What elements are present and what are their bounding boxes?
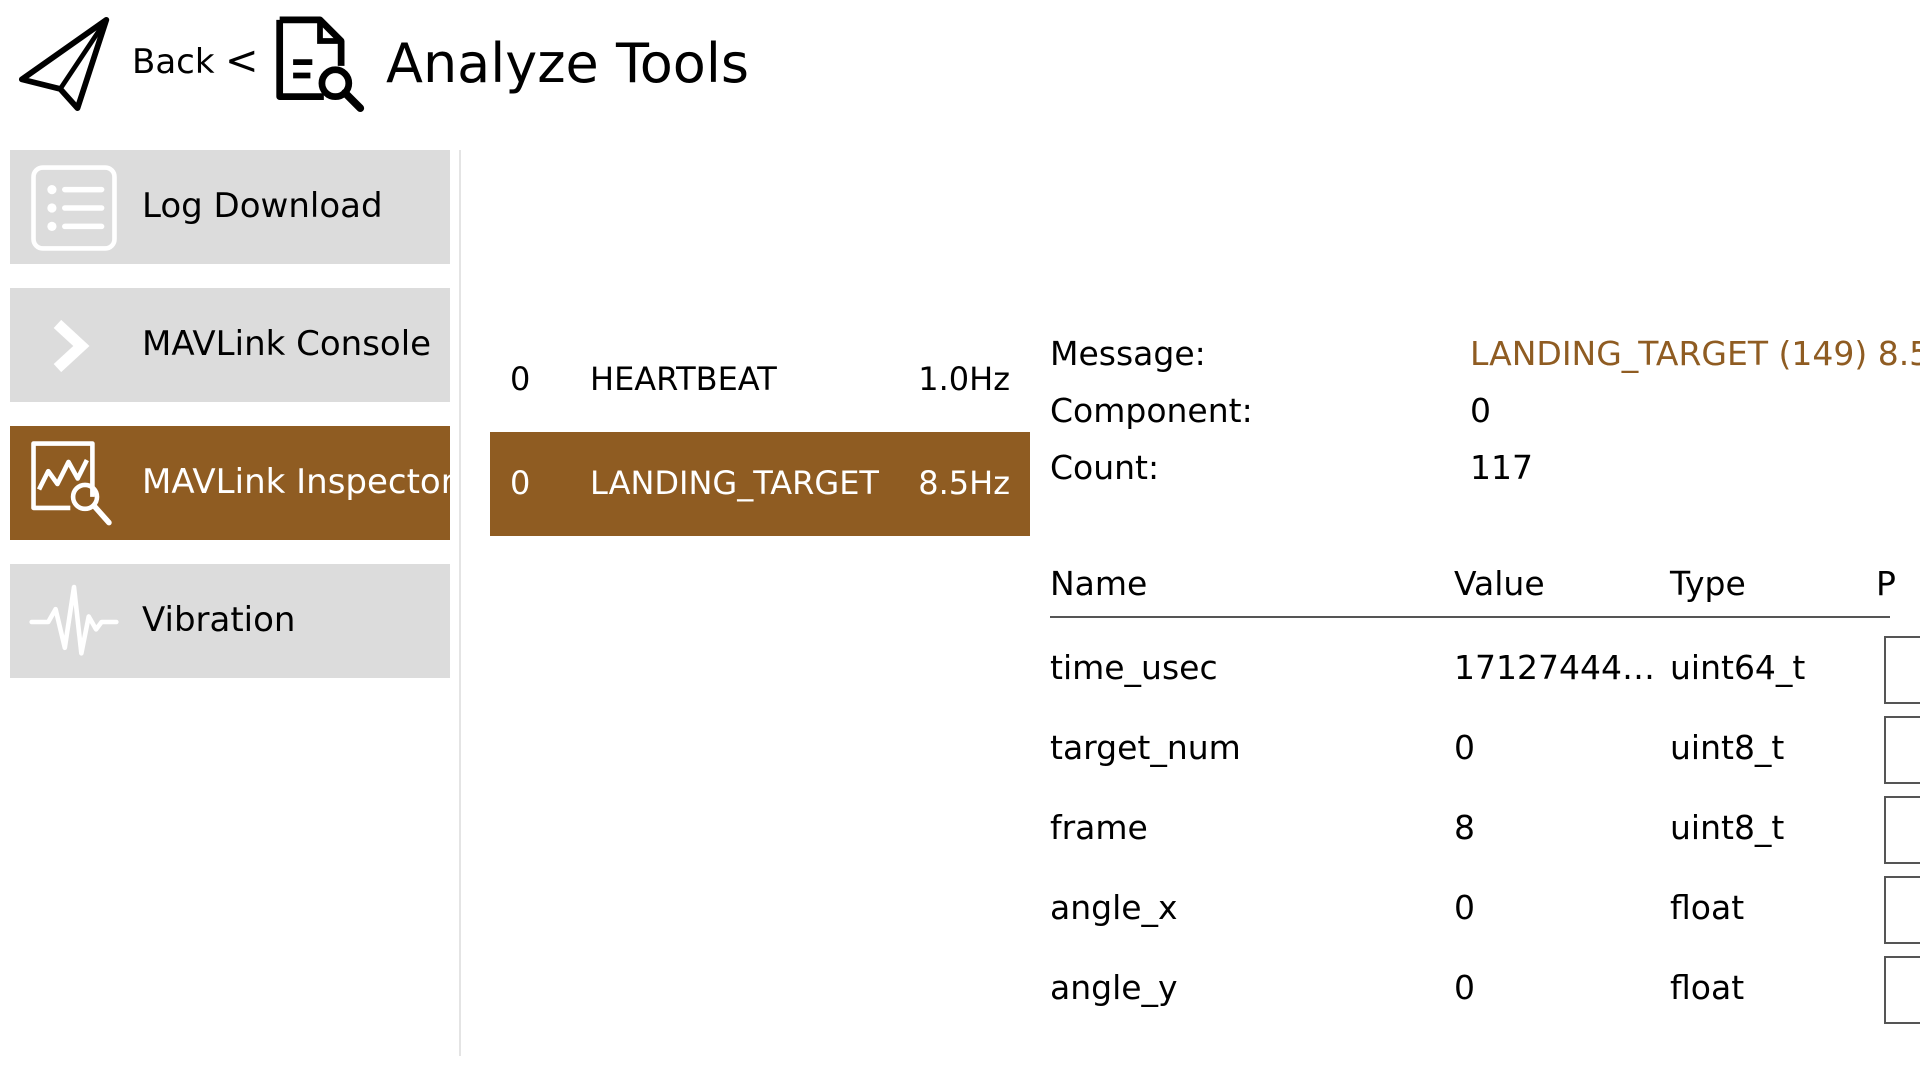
- field-type: float: [1670, 968, 1745, 1007]
- field-name: target_num: [1050, 728, 1241, 767]
- column-header-plot: P: [1876, 564, 1896, 603]
- field-value: 0: [1454, 728, 1475, 767]
- message-name: HEARTBEAT: [590, 360, 777, 398]
- sidebar-item-label: Log Download: [142, 186, 383, 226]
- field-type: float: [1670, 888, 1745, 927]
- chevron-right-icon: [53, 319, 90, 373]
- plot-checkbox[interactable]: [1884, 876, 1920, 944]
- sidebar-item-label: Vibration: [142, 600, 296, 640]
- field-type: uint64_t: [1670, 648, 1806, 687]
- field-name: frame: [1050, 808, 1148, 847]
- paper-plane-icon[interactable]: [18, 16, 114, 112]
- message-label: Message:: [1050, 334, 1206, 373]
- table-row: angle_y 0 float: [1050, 950, 1920, 1030]
- sidebar-item-mavlink-console[interactable]: MAVLink Console: [10, 288, 450, 402]
- fields-table-header: Name Value Type P: [1050, 564, 1896, 618]
- back-button[interactable]: Back: [132, 42, 215, 82]
- field-type: uint8_t: [1670, 728, 1785, 767]
- table-row: frame 8 uint8_t: [1050, 790, 1920, 870]
- message-rate: 8.5Hz: [918, 464, 1010, 502]
- header-bar: Back < Analyze Tools: [0, 0, 1920, 130]
- sidebar: Log Download MAVLink Console MAVLink Ins…: [10, 150, 455, 702]
- table-row: target_num 0 uint8_t: [1050, 710, 1920, 790]
- message-value: LANDING_TARGET (149) 8.5: [1470, 334, 1920, 373]
- list-icon: [31, 165, 117, 251]
- pulse-icon: [29, 584, 119, 656]
- message-name: LANDING_TARGET: [590, 464, 879, 502]
- column-header-type: Type: [1670, 564, 1746, 603]
- column-header-name: Name: [1050, 564, 1148, 603]
- message-row-heartbeat[interactable]: 0 HEARTBEAT 1.0Hz: [490, 328, 1030, 432]
- component-value: 0: [1470, 391, 1491, 430]
- field-value: 0: [1454, 968, 1475, 1007]
- document-search-icon: [276, 16, 365, 112]
- table-row: angle_x 0 float: [1050, 870, 1920, 950]
- field-type: uint8_t: [1670, 808, 1785, 847]
- sidebar-item-vibration[interactable]: Vibration: [10, 564, 450, 678]
- plot-checkbox[interactable]: [1884, 796, 1920, 864]
- message-row-landing-target[interactable]: 0 LANDING_TARGET 8.5Hz: [490, 432, 1030, 536]
- message-component: 0: [510, 360, 531, 398]
- component-label: Component:: [1050, 391, 1253, 430]
- sidebar-item-label: MAVLink Console: [142, 324, 432, 364]
- message-component: 0: [510, 464, 531, 502]
- field-value: 0: [1454, 888, 1475, 927]
- column-header-value: Value: [1454, 564, 1545, 603]
- table-row: time_usec 171274447... uint64_t: [1050, 630, 1920, 710]
- chart-search-icon: [31, 441, 112, 526]
- field-name: time_usec: [1050, 648, 1218, 687]
- message-details: Message: LANDING_TARGET (149) 8.5 Compon…: [1050, 330, 1920, 1080]
- plot-checkbox[interactable]: [1884, 716, 1920, 784]
- plot-checkbox[interactable]: [1884, 956, 1920, 1024]
- sidebar-item-label: MAVLink Inspector: [142, 462, 455, 502]
- message-list: 0 HEARTBEAT 1.0Hz 0 LANDING_TARGET 8.5Hz: [490, 328, 1030, 536]
- sidebar-divider: [459, 150, 461, 1056]
- plot-checkbox[interactable]: [1884, 636, 1920, 704]
- sidebar-item-mavlink-inspector[interactable]: MAVLink Inspector: [10, 426, 455, 540]
- field-name: angle_y: [1050, 968, 1178, 1007]
- field-value: 171274447...: [1454, 648, 1662, 687]
- count-label: Count:: [1050, 448, 1160, 487]
- field-name: angle_x: [1050, 888, 1178, 927]
- count-value: 117: [1470, 448, 1533, 487]
- message-rate: 1.0Hz: [918, 360, 1010, 398]
- page-title: Analyze Tools: [386, 32, 749, 95]
- breadcrumb-separator: <: [225, 38, 259, 84]
- sidebar-item-log-download[interactable]: Log Download: [10, 150, 450, 264]
- field-value: 8: [1454, 808, 1475, 847]
